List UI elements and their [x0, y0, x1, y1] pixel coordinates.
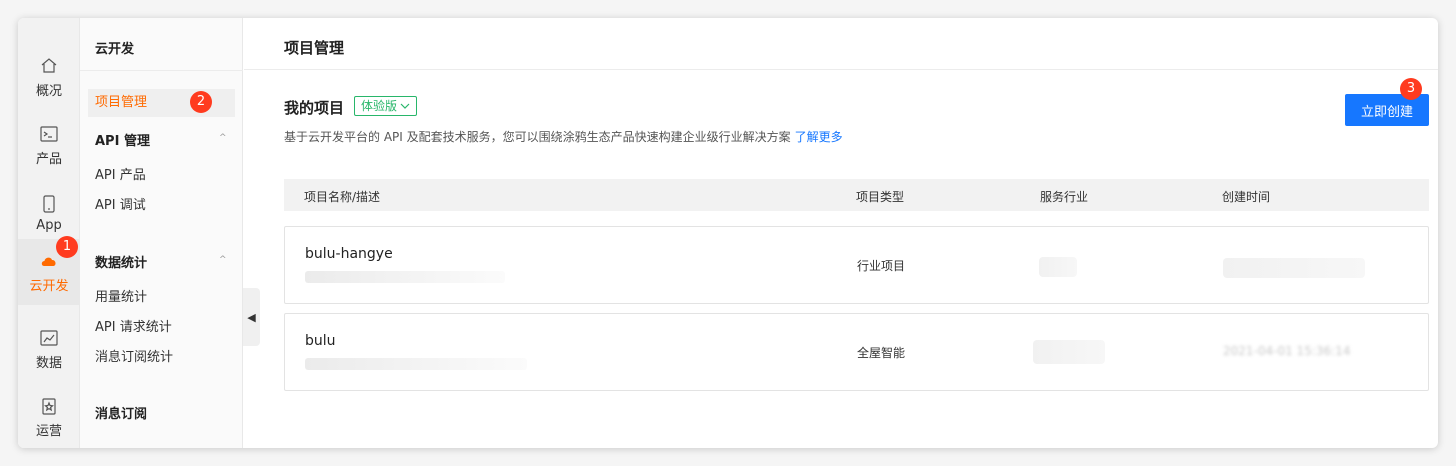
description-text: 基于云开发平台的 API 及配套技术服务，您可以围绕涂鸦生态产品快速构建企业级行… [284, 130, 791, 144]
sidebar-group-api-mgmt[interactable]: API 管理 [95, 130, 150, 149]
secondary-sidebar: 云开发 项目管理 2 API 管理 ^ API 产品 API 调试 数据统计 ^… [80, 18, 243, 448]
cloud-icon [41, 257, 56, 266]
step-badge-3: 3 [1400, 78, 1422, 100]
rail-label: 产品 [35, 151, 62, 167]
table-header: 项目名称/描述 项目类型 服务行业 创建时间 [284, 179, 1429, 211]
chevron-up-icon[interactable]: ^ [219, 255, 227, 265]
rail-label: 数据 [35, 355, 62, 371]
sidebar-item-api-request-stats[interactable]: API 请求统计 [95, 316, 172, 335]
terminal-icon [40, 125, 58, 142]
app-window: 概况 产品 App 云开发 数据 运营 1 云开发 项目管理 2 API 管理 … [18, 18, 1438, 448]
version-label: 体验版 [361, 99, 398, 113]
project-name[interactable]: bulu-hangye [305, 246, 393, 262]
sidebar-item-project-mgmt[interactable]: 项目管理 [88, 89, 235, 117]
sidebar-item-msg-sub-stats[interactable]: 消息订阅统计 [95, 346, 173, 365]
section-title: 我的项目 [284, 99, 345, 117]
rail-item-operations[interactable]: 运营 [18, 384, 80, 448]
table-row[interactable]: bulu 全屋智能 2021-04-01 15:36:14 [284, 313, 1429, 391]
rail-label: 云开发 [29, 278, 69, 294]
rail-label: 运营 [35, 423, 62, 439]
project-type: 全屋智能 [857, 346, 906, 360]
rail-item-data[interactable]: 数据 [18, 316, 80, 382]
version-dropdown[interactable]: 体验版 [354, 96, 418, 116]
chart-icon [40, 329, 58, 346]
rail-label: App [36, 217, 62, 233]
main-content: 项目管理 我的项目 体验版 基于云开发平台的 API 及配套技术服务，您可以围绕… [244, 18, 1438, 448]
step-badge-1: 1 [56, 236, 78, 258]
sidebar-group-msg-sub[interactable]: 消息订阅 [95, 403, 147, 422]
project-type: 行业项目 [857, 259, 906, 273]
phone-icon [43, 194, 55, 213]
learn-more-link[interactable]: 了解更多 [795, 130, 843, 144]
home-icon [41, 57, 57, 73]
section-description: 基于云开发平台的 API 及配套技术服务，您可以围绕涂鸦生态产品快速构建企业级行… [284, 128, 843, 145]
rail-item-overview[interactable]: 概况 [18, 44, 80, 110]
project-name[interactable]: bulu [305, 333, 336, 349]
created-time: 2021-04-01 15:36:14 [1223, 344, 1351, 358]
sidebar-group-data-stats[interactable]: 数据统计 [95, 252, 147, 271]
redacted-description [305, 358, 527, 370]
redacted-industry [1033, 340, 1105, 364]
icon-rail: 概况 产品 App 云开发 数据 运营 1 [18, 18, 80, 448]
main-header: 项目管理 [244, 18, 1438, 70]
divider [80, 70, 243, 71]
column-header-created: 创建时间 [1222, 190, 1271, 204]
page-title: 项目管理 [284, 39, 345, 57]
column-header-name: 项目名称/描述 [304, 190, 381, 204]
chevron-down-icon [400, 103, 410, 109]
sidebar-title: 云开发 [95, 42, 135, 57]
sidebar-item-api-debug[interactable]: API 调试 [95, 194, 146, 213]
chevron-up-icon[interactable]: ^ [219, 133, 227, 143]
sidebar-item-usage-stats[interactable]: 用量统计 [95, 286, 147, 305]
redacted-created-time [1223, 258, 1365, 278]
redacted-industry [1039, 257, 1077, 277]
table-row[interactable]: bulu-hangye 行业项目 [284, 226, 1429, 304]
rail-label: 概况 [35, 83, 62, 99]
column-header-industry: 服务行业 [1040, 190, 1089, 204]
clipboard-icon [42, 397, 56, 415]
redacted-description [305, 271, 505, 283]
step-badge-2: 2 [190, 91, 212, 113]
sidebar-item-api-product[interactable]: API 产品 [95, 164, 146, 183]
rail-item-product[interactable]: 产品 [18, 112, 80, 178]
column-header-type: 项目类型 [856, 190, 905, 204]
create-now-button[interactable]: 立即创建 [1345, 94, 1429, 126]
